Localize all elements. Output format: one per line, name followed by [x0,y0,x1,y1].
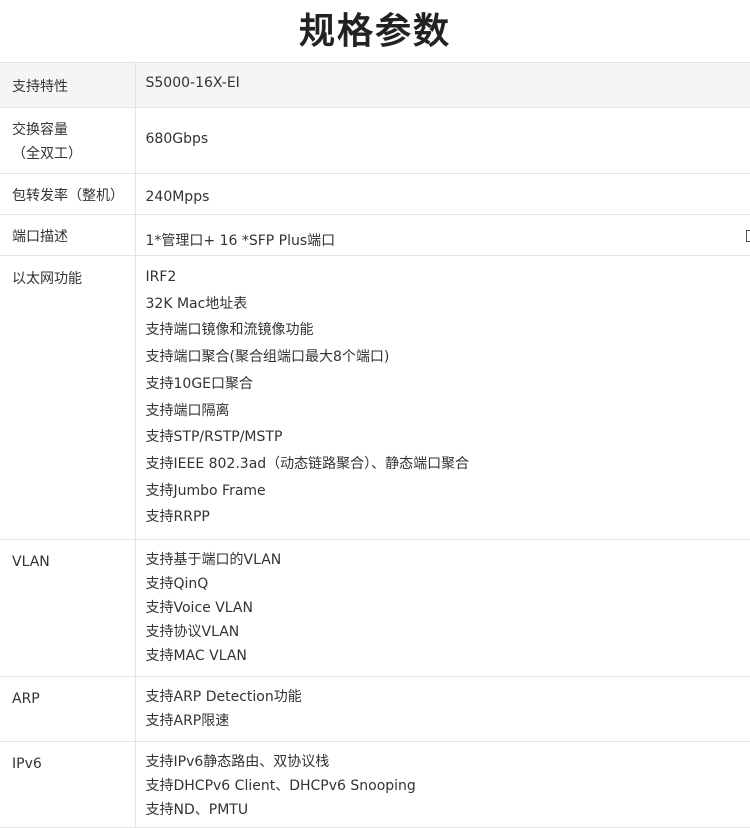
spec-value: S5000-16X-EI [135,63,750,108]
spec-row-vlan: VLAN 支持基于端口的VLAN 支持QinQ 支持Voice VLAN 支持协… [0,540,750,677]
spec-label: VLAN [0,540,135,677]
spec-value-line: 支持ARP Detection功能 [146,685,750,709]
spec-table: 支持特性 S5000-16X-EI 交换容量 （全双工） 680Gbps 包转发… [0,62,750,828]
spec-label: 端口描述 [0,215,135,256]
scroll-edge-marker [746,230,750,242]
spec-value: 680Gbps [135,108,750,174]
spec-value-line: 1*管理口+ 16 *SFP Plus端口 [146,230,750,250]
spec-value-line: 支持QinQ [146,572,750,596]
spec-value: 240Mpps [135,174,750,215]
spec-value-line: 32K Mac地址表 [146,291,750,318]
spec-value: 支持IPv6静态路由、双协议栈 支持DHCPv6 Client、DHCPv6 S… [135,742,750,828]
spec-label-line: 交换容量 [12,118,135,142]
spec-value-line: 支持MAC VLAN [146,644,750,668]
spec-value-line: 支持基于端口的VLAN [146,548,750,572]
spec-row-capacity: 交换容量 （全双工） 680Gbps [0,108,750,174]
spec-label: 包转发率（整机） [0,174,135,215]
spec-value-line: 支持STP/RSTP/MSTP [146,424,750,451]
spec-row-ipv6: IPv6 支持IPv6静态路由、双协议栈 支持DHCPv6 Client、DHC… [0,742,750,828]
spec-value-line: 支持Voice VLAN [146,596,750,620]
spec-row-pps: 包转发率（整机） 240Mpps [0,174,750,215]
spec-value-line: 支持DHCPv6 Client、DHCPv6 Snooping [146,774,750,798]
spec-value-line: 支持端口隔离 [146,398,750,425]
spec-value-line: 支持RRPP [146,504,750,531]
spec-value: IRF2 32K Mac地址表 支持端口镜像和流镜像功能 支持端口聚合(聚合组端… [135,256,750,540]
spec-value-line: IRF2 [146,264,750,291]
spec-value-line: 支持IPv6静态路由、双协议栈 [146,750,750,774]
spec-value: 1*管理口+ 16 *SFP Plus端口 [135,215,750,256]
spec-row-ethernet: 以太网功能 IRF2 32K Mac地址表 支持端口镜像和流镜像功能 支持端口聚… [0,256,750,540]
spec-row-port: 端口描述 1*管理口+ 16 *SFP Plus端口 [0,215,750,256]
spec-label: IPv6 [0,742,135,828]
spec-value-line: 支持ND、PMTU [146,798,750,822]
spec-value-line: 支持Jumbo Frame [146,478,750,505]
spec-value-line: 支持ARP限速 [146,709,750,733]
spec-row-arp: ARP 支持ARP Detection功能 支持ARP限速 [0,677,750,742]
spec-value-line: 支持端口聚合(聚合组端口最大8个端口) [146,344,750,371]
spec-label: 交换容量 （全双工） [0,108,135,174]
spec-value-line: 680Gbps [146,131,750,147]
spec-value-line: 支持协议VLAN [146,620,750,644]
spec-value-line: 支持IEEE 802.3ad（动态链路聚合）、静态端口聚合 [146,451,750,478]
spec-label-line: （全双工） [12,142,135,166]
spec-value-line: 支持端口镜像和流镜像功能 [146,317,750,344]
spec-value-line: 支持10GE口聚合 [146,371,750,398]
spec-row-model: 支持特性 S5000-16X-EI [0,63,750,108]
spec-value: 支持ARP Detection功能 支持ARP限速 [135,677,750,742]
spec-label: 支持特性 [0,63,135,108]
spec-label: ARP [0,677,135,742]
spec-value-line: 240Mpps [146,189,750,205]
page-title: 规格参数 [0,0,750,62]
spec-value: 支持基于端口的VLAN 支持QinQ 支持Voice VLAN 支持协议VLAN… [135,540,750,677]
spec-value-line: S5000-16X-EI [146,75,750,91]
spec-label: 以太网功能 [0,256,135,540]
